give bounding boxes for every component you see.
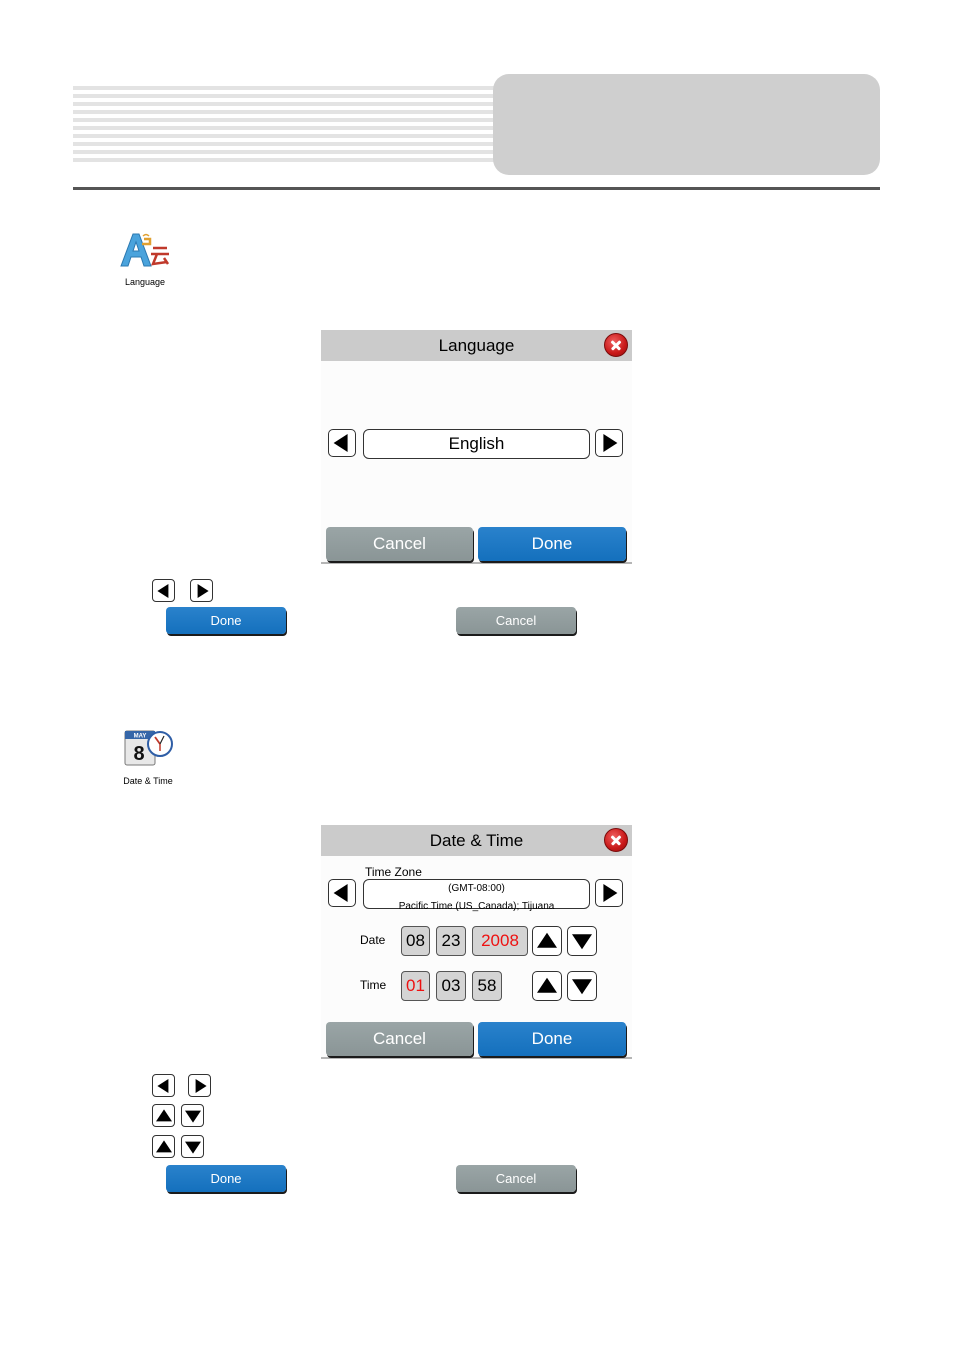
timezone-name: Pacific Time (US_Canada); Tijuana [398,901,555,912]
done-button[interactable]: Done [478,527,626,561]
close-icon[interactable] [604,333,628,357]
date-day-field[interactable]: 23 [436,926,466,956]
cancel-button[interactable]: Cancel [326,1022,473,1056]
timezone-label: Time Zone [365,865,422,879]
legend-time-down-arrow [181,1135,204,1158]
legend-done-button: Done [166,1165,286,1192]
left-arrow-icon [156,1078,168,1093]
timezone-prev-button[interactable] [328,879,356,907]
legend-cancel-button: Cancel [456,607,576,634]
language-dialog: Language English Cancel Done [321,330,632,564]
language-value[interactable]: English [363,429,590,459]
down-arrow-icon [184,1110,201,1123]
cancel-button[interactable]: Cancel [326,527,473,561]
up-arrow-icon [537,932,557,948]
down-arrow-icon [572,934,592,950]
time-second-field[interactable]: 58 [472,971,502,1001]
right-arrow-icon [603,434,618,452]
legend-left-arrow [152,1074,175,1097]
legend-done-button: Done [166,607,286,634]
legend-right-arrow [190,579,213,602]
done-button[interactable]: Done [478,1022,626,1056]
right-arrow-icon [197,583,209,598]
timezone-next-button[interactable] [595,879,623,907]
time-label: Time [360,978,387,992]
legend-date-down-arrow [181,1104,204,1127]
left-arrow-icon [333,434,348,452]
calendar-day: 8 [133,743,144,765]
date-down-button[interactable] [567,926,597,956]
close-icon[interactable] [604,828,628,852]
left-arrow-icon [333,884,348,902]
date-up-button[interactable] [532,926,562,956]
right-arrow-icon [603,884,618,902]
language-icon [120,233,170,267]
up-arrow-icon [537,977,557,993]
timezone-offset: (GMT-08:00) [448,883,505,894]
language-dialog-title: Language [438,336,515,355]
legend-left-arrow [152,579,175,602]
language-dialog-title-bar: Language [321,330,632,361]
down-arrow-icon [572,979,592,995]
time-up-button[interactable] [532,971,562,1001]
up-arrow-icon [155,1108,172,1121]
language-icon-caption: Language [124,277,166,287]
legend-right-arrow [188,1074,211,1097]
language-app-icon: Language [105,230,185,287]
right-arrow-icon [195,1078,207,1093]
datetime-app-icon: MAY 8 Date & Time [108,727,188,786]
legend-date-up-arrow [152,1104,175,1127]
calendar-month: MAY [134,734,147,740]
header-title-box [493,74,880,175]
date-label: Date [360,933,386,947]
datetime-dialog-title: Date & Time [429,831,524,850]
datetime-icon-caption: Date & Time [123,776,173,786]
time-minute-field[interactable]: 03 [436,971,466,1001]
language-prev-button[interactable] [328,429,356,457]
down-arrow-icon [184,1141,201,1154]
language-next-button[interactable] [595,429,623,457]
timezone-value[interactable]: (GMT-08:00) Pacific Time (US_Canada); Ti… [363,879,590,912]
legend-time-up-arrow [152,1135,175,1158]
time-down-button[interactable] [567,971,597,1001]
date-year-field[interactable]: 2008 [472,926,528,956]
time-hour-field[interactable]: 01 [401,971,430,1001]
calendar-clock-icon: MAY 8 [124,730,173,766]
header-stripes [73,86,503,164]
datetime-dialog-title-bar: Date & Time [321,825,632,856]
datetime-dialog: Date & Time Time Zone (GMT-08:00) Pacifi… [321,825,632,1059]
date-month-field[interactable]: 08 [401,926,430,956]
up-arrow-icon [155,1139,172,1152]
header-divider [73,187,880,190]
legend-cancel-button: Cancel [456,1165,576,1192]
left-arrow-icon [156,583,168,598]
